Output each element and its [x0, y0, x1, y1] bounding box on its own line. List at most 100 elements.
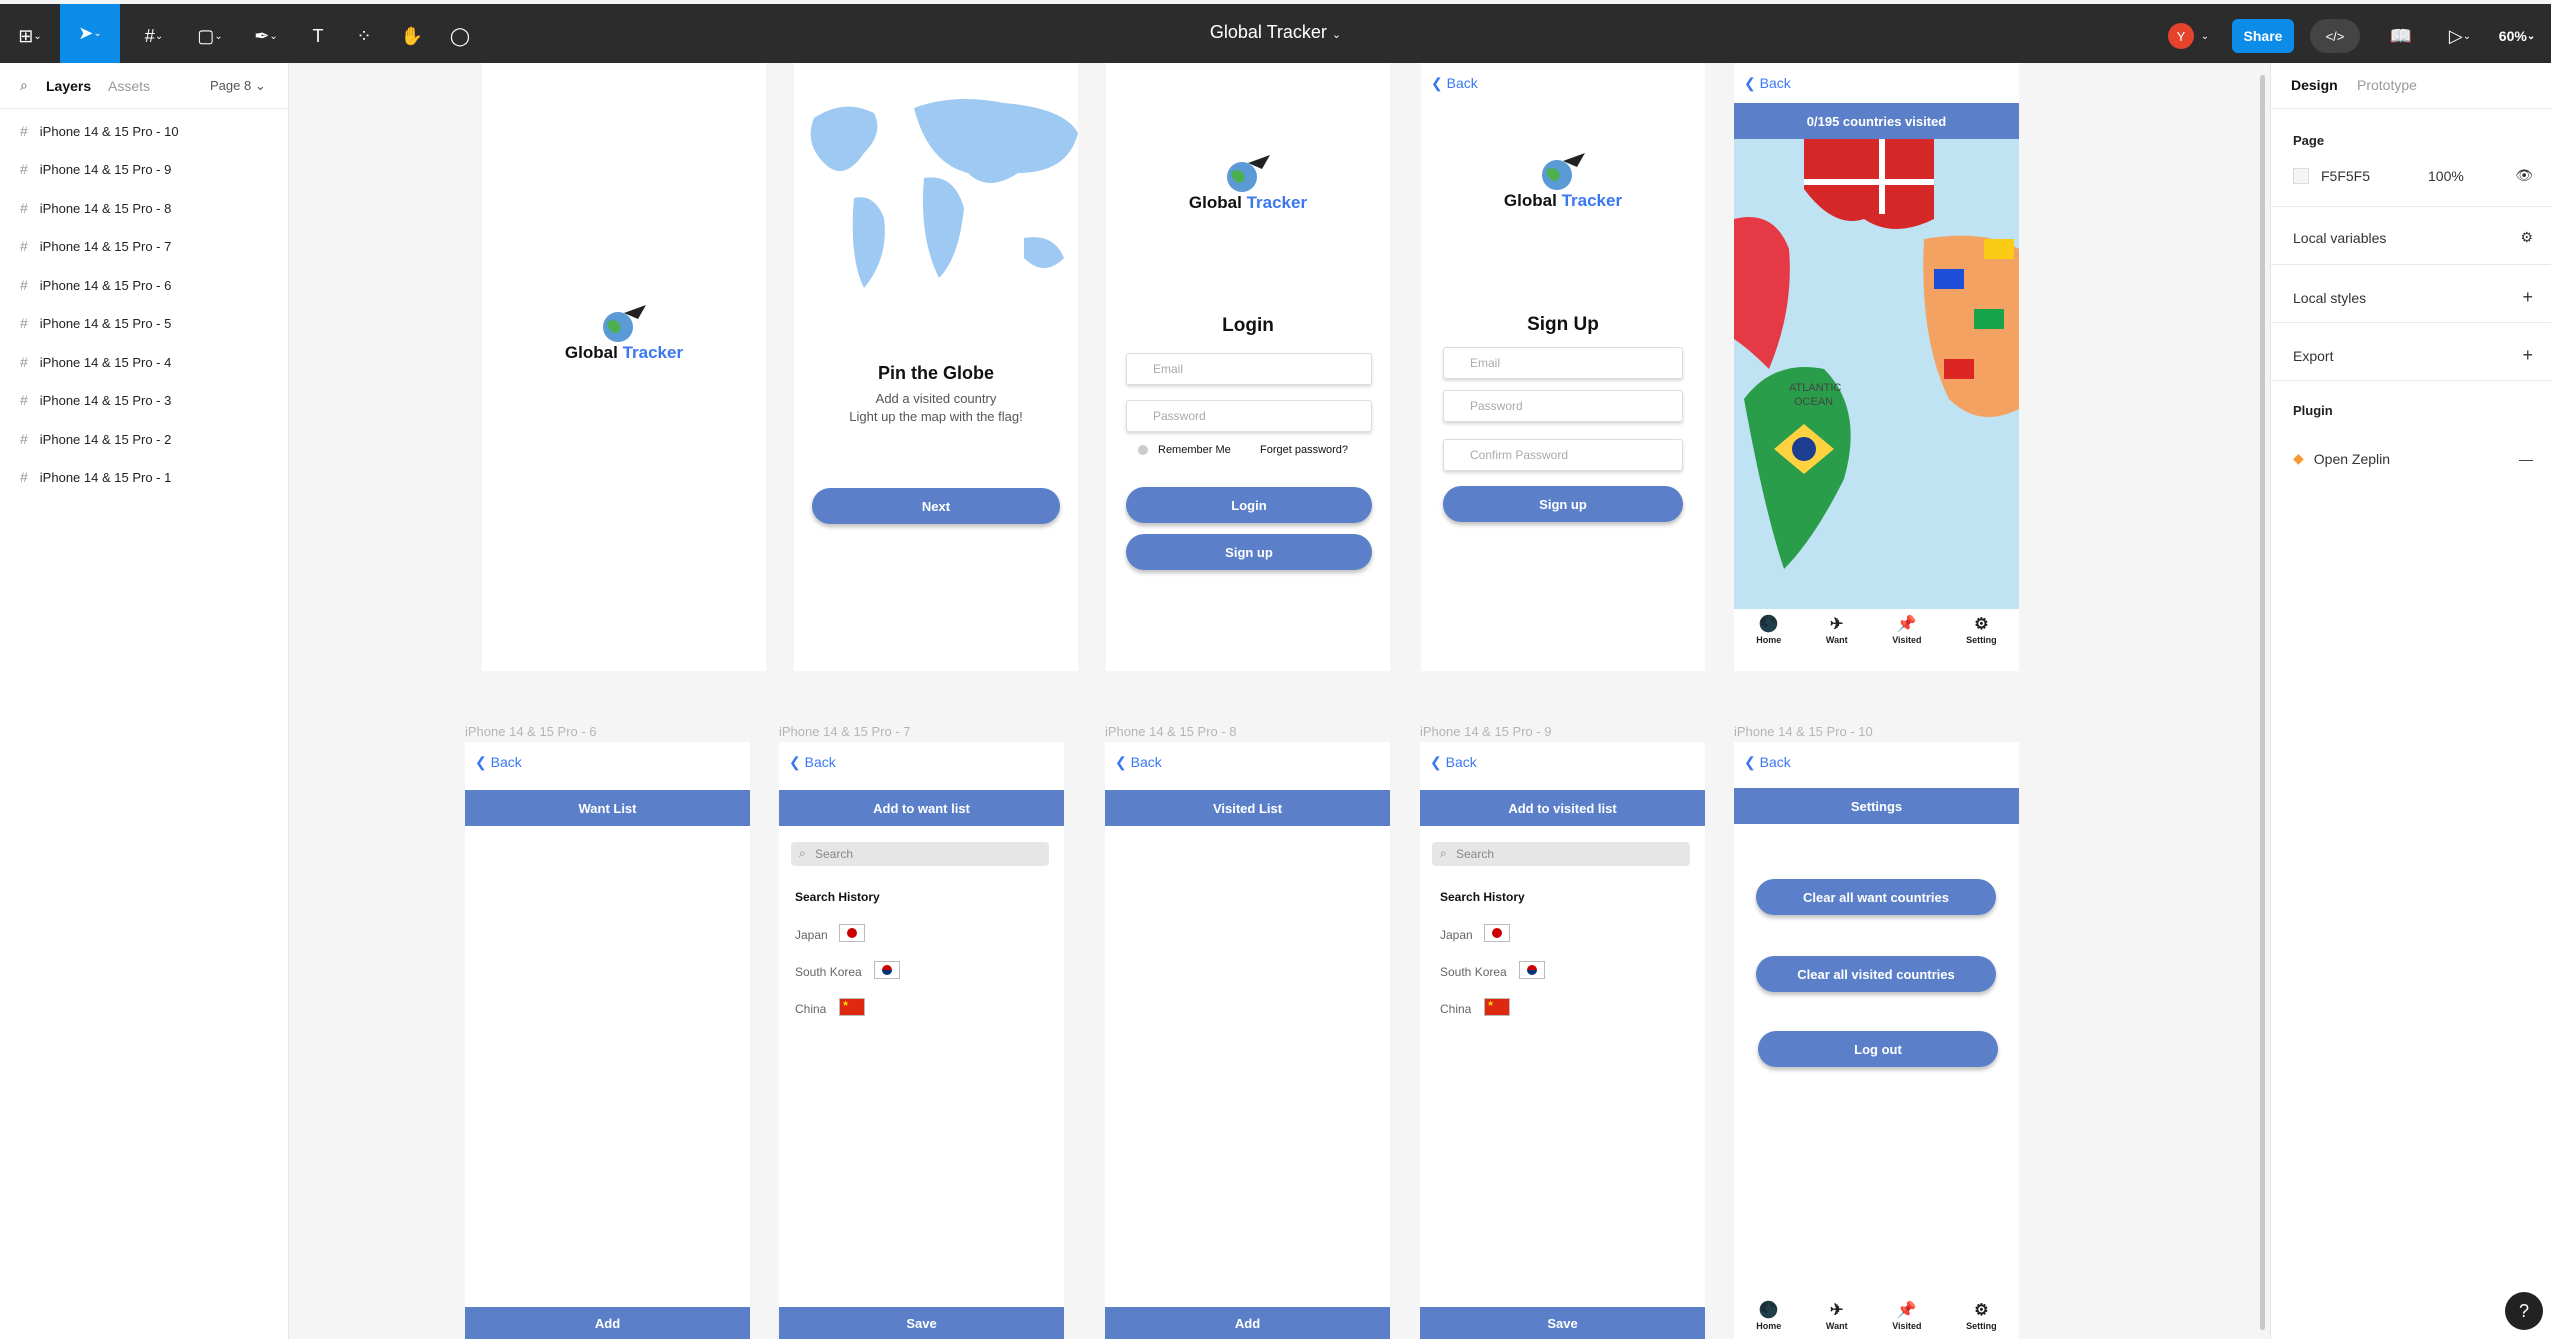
map-label-atlantic: ATLANTIC — [1789, 382, 1841, 394]
frame-want-list[interactable]: ❮ Back Want List Add — [465, 742, 750, 1339]
back-button[interactable]: ❮ Back — [475, 754, 522, 771]
add-export-icon[interactable]: + — [2522, 345, 2533, 366]
add-button[interactable]: Add — [1105, 1307, 1390, 1339]
nav-home[interactable]: 🌑 Home — [1756, 617, 1781, 646]
japan-flag-icon — [1484, 924, 1510, 942]
frame-label: iPhone 14 & 15 Pro - 8 — [1105, 724, 1237, 739]
nav-visited[interactable]: 📌 Visited — [1892, 617, 1921, 646]
frame-splash[interactable]: Global Tracker — [482, 63, 766, 671]
remember-me-radio[interactable] — [1138, 445, 1148, 455]
search-input[interactable]: ⌕ Search — [1432, 842, 1690, 866]
chevron-left-icon: ❮ — [1115, 754, 1127, 770]
chevron-down-icon[interactable]: ⌄ — [2196, 18, 2214, 54]
back-button[interactable]: ❮ Back — [1115, 754, 1162, 771]
layer-item[interactable]: # iPhone 14 & 15 Pro - 6 — [20, 277, 171, 293]
logout-button[interactable]: Log out — [1758, 1031, 1998, 1067]
nav-want[interactable]: ✈ Want — [1826, 1303, 1848, 1332]
library-icon[interactable]: 📖 — [2386, 18, 2416, 54]
page-opacity-value[interactable]: 100% — [2428, 168, 2464, 184]
page-selector[interactable]: Page 8 ⌄ — [210, 78, 266, 94]
back-button[interactable]: ❮ Back — [1744, 75, 1791, 92]
frame-label: iPhone 14 & 15 Pro - 6 — [465, 724, 597, 739]
page-color-row[interactable]: F5F5F5 100% 👁 — [2293, 167, 2533, 184]
country-china[interactable]: China — [795, 1002, 826, 1016]
search-input[interactable]: ⌕ Search — [791, 842, 1049, 866]
back-button[interactable]: ❮ Back — [1430, 754, 1477, 771]
back-button[interactable]: ❮ Back — [1744, 754, 1791, 771]
local-variables-label: Local variables — [2293, 229, 2387, 246]
layer-item[interactable]: # iPhone 14 & 15 Pro - 5 — [20, 315, 171, 331]
frame-home-map[interactable]: ❮ Back 0/195 countries visited ATLANTIC … — [1734, 63, 2019, 671]
frame-login[interactable]: Global Tracker Login Email Password Reme… — [1106, 63, 1390, 671]
search-icon[interactable]: ⌕ — [20, 77, 28, 94]
nav-home[interactable]: 🌑 Home — [1756, 1302, 1781, 1332]
save-button[interactable]: Save — [1420, 1307, 1705, 1339]
password-field[interactable]: Password — [1443, 390, 1683, 422]
toolbar: ⊞ ⌄ ➤ ⌄ # ⌄ ▢ ⌄ ✒ ⌄ T ⁘ ✋ ◯ Global Tracker … — [0, 0, 2551, 63]
layer-item[interactable]: # iPhone 14 & 15 Pro - 2 — [20, 431, 171, 447]
add-button[interactable]: Add — [465, 1307, 750, 1339]
search-icon: ⌕ — [1440, 846, 1447, 860]
login-button[interactable]: Login — [1126, 487, 1372, 523]
frame-visited-list[interactable]: ❮ Back Visited List Add — [1105, 742, 1390, 1339]
user-avatar[interactable]: Y — [2168, 23, 2194, 49]
help-button[interactable]: ? — [2505, 1292, 2543, 1330]
page-heading: Page — [2293, 133, 2325, 148]
email-field[interactable]: Email — [1126, 353, 1372, 385]
country-japan[interactable]: Japan — [1440, 928, 1473, 942]
minus-icon[interactable]: — — [2519, 451, 2533, 467]
frame-onboarding[interactable]: Pin the Globe Add a visited country Ligh… — [794, 63, 1078, 671]
present-button[interactable]: ▷ ⌄ — [2440, 18, 2480, 54]
forget-password-link[interactable]: Forget password? — [1260, 444, 1348, 456]
tab-layers[interactable]: Layers — [46, 78, 91, 94]
next-button[interactable]: Next — [812, 488, 1060, 524]
nav-want[interactable]: ✈ Want — [1826, 617, 1848, 646]
layer-item[interactable]: # iPhone 14 & 15 Pro - 10 — [20, 123, 179, 139]
plugin-item[interactable]: ◆ Open Zeplin — — [2293, 450, 2533, 467]
frame-settings[interactable]: ❮ Back Settings Clear all want countries… — [1734, 742, 2019, 1339]
country-south-korea[interactable]: South Korea — [1440, 965, 1507, 979]
layer-item[interactable]: # iPhone 14 & 15 Pro - 8 — [20, 200, 171, 216]
zoom-level[interactable]: 60% ⌄ — [2492, 18, 2542, 54]
country-japan[interactable]: Japan — [795, 928, 828, 942]
add-style-icon[interactable]: + — [2522, 287, 2533, 308]
frame-signup[interactable]: ❮ Back Global Tracker Sign Up Email Pass… — [1421, 63, 1705, 671]
chevron-left-icon: ❮ — [1431, 75, 1443, 91]
tab-design[interactable]: Design — [2291, 77, 2338, 93]
back-button[interactable]: ❮ Back — [1431, 75, 1478, 92]
back-button[interactable]: ❮ Back — [789, 754, 836, 771]
clear-want-button[interactable]: Clear all want countries — [1756, 879, 1996, 915]
china-flag-icon: ★ — [1484, 998, 1510, 1016]
flag-world-map[interactable]: ATLANTIC OCEAN — [1734, 139, 2019, 609]
save-button[interactable]: Save — [779, 1307, 1064, 1339]
layer-item[interactable]: # iPhone 14 & 15 Pro - 1 — [20, 469, 171, 485]
signup-button[interactable]: Sign up — [1126, 534, 1372, 570]
frame-add-visited[interactable]: ❮ Back Add to visited list ⌕ Search Searc… — [1420, 742, 1705, 1339]
color-swatch[interactable] — [2293, 167, 2309, 184]
password-field[interactable]: Password — [1126, 400, 1372, 432]
tab-assets[interactable]: Assets — [108, 78, 150, 94]
layer-item[interactable]: # iPhone 14 & 15 Pro - 3 — [20, 392, 171, 408]
nav-visited[interactable]: 📌 Visited — [1892, 1303, 1921, 1332]
email-field[interactable]: Email — [1443, 347, 1683, 379]
canvas-scrollbar[interactable] — [2260, 75, 2265, 1330]
country-china[interactable]: China — [1440, 1002, 1471, 1016]
signup-button[interactable]: Sign up — [1443, 486, 1683, 522]
variables-icon[interactable]: ⚙ — [2520, 229, 2533, 246]
nav-setting[interactable]: ⚙ Setting — [1966, 1303, 1997, 1332]
nav-setting[interactable]: ⚙ Setting — [1966, 617, 1997, 646]
country-south-korea[interactable]: South Korea — [795, 965, 862, 979]
globe-icon: 🌑 — [1758, 1302, 1779, 1319]
tab-prototype[interactable]: Prototype — [2357, 77, 2417, 93]
layer-item[interactable]: # iPhone 14 & 15 Pro - 4 — [20, 354, 171, 370]
layer-item[interactable]: # iPhone 14 & 15 Pro - 9 — [20, 161, 171, 177]
frame-add-want[interactable]: ❮ Back Add to want list ⌕ Search Search H… — [779, 742, 1064, 1339]
confirm-password-field[interactable]: Confirm Password — [1443, 439, 1683, 471]
dev-mode-toggle[interactable]: </> — [2310, 19, 2360, 53]
share-button[interactable]: Share — [2232, 19, 2294, 53]
page-color-value[interactable]: F5F5F5 — [2321, 168, 2370, 184]
eye-icon[interactable]: 👁 — [2515, 167, 2533, 184]
zeplin-icon: ◆ — [2293, 450, 2304, 466]
layer-item[interactable]: # iPhone 14 & 15 Pro - 7 — [20, 238, 171, 254]
clear-visited-button[interactable]: Clear all visited countries — [1756, 956, 1996, 992]
